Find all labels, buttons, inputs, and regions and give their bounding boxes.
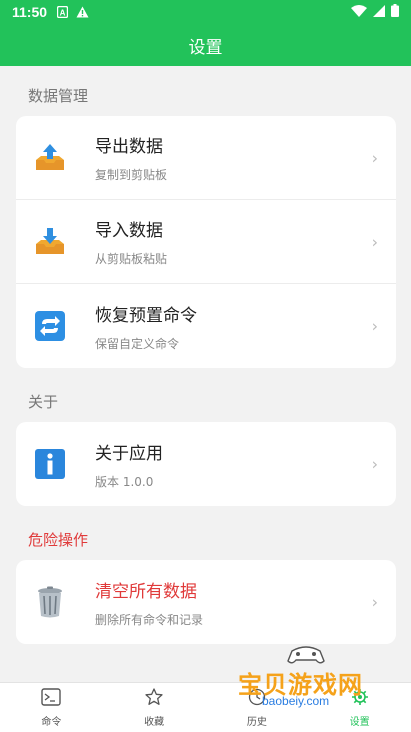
cell-signal-icon xyxy=(373,4,385,20)
trash-can-icon xyxy=(33,585,67,619)
warning-icon xyxy=(76,6,89,18)
app-bar: 设置 xyxy=(0,24,411,66)
restore-presets-subtitle: 保留自定义命令 xyxy=(95,336,180,351)
tab-label: 设置 xyxy=(349,716,370,728)
tab-commands[interactable]: 命令 xyxy=(0,683,103,732)
import-data-row[interactable]: 导入数据 从剪贴板粘贴 › xyxy=(16,200,396,284)
restore-arrows-icon xyxy=(33,309,67,343)
export-data-title: 导出数据 xyxy=(95,137,163,157)
status-bar: 11:50 A xyxy=(0,0,411,24)
app-version: 版本 1.0.0 xyxy=(95,474,154,489)
section-title-danger: 危险操作 xyxy=(28,531,89,549)
section-title-about: 关于 xyxy=(28,393,59,411)
tab-label: 收藏 xyxy=(144,716,165,728)
about-card: 关于应用 版本 1.0.0 › xyxy=(16,422,396,506)
clear-all-data-row[interactable]: 清空所有数据 删除所有命令和记录 › xyxy=(16,560,396,644)
export-data-row[interactable]: 导出数据 复制到剪贴板 › xyxy=(16,116,396,200)
import-data-subtitle: 从剪贴板粘贴 xyxy=(95,252,168,266)
about-app-row[interactable]: 关于应用 版本 1.0.0 › xyxy=(16,422,396,506)
import-data-title: 导入数据 xyxy=(95,221,163,241)
wifi-icon xyxy=(351,4,367,20)
svg-text:A: A xyxy=(60,9,66,18)
clock-icon xyxy=(248,688,266,710)
star-icon xyxy=(145,687,163,710)
status-time: 11:50 xyxy=(12,4,48,20)
tab-settings[interactable]: 设置 xyxy=(308,683,411,732)
info-icon xyxy=(33,447,67,481)
gamepad-icon xyxy=(286,645,326,669)
clear-all-data-title: 清空所有数据 xyxy=(95,581,197,602)
tab-favorites[interactable]: 收藏 xyxy=(103,683,206,732)
section-title-data-management: 数据管理 xyxy=(28,87,89,105)
sim-card-icon: A xyxy=(57,6,69,18)
export-tray-icon xyxy=(33,141,67,175)
clear-all-data-subtitle: 删除所有命令和记录 xyxy=(95,612,204,627)
tab-history[interactable]: 历史 xyxy=(206,683,309,732)
chevron-right-icon: › xyxy=(371,454,378,474)
import-tray-icon xyxy=(33,225,67,259)
restore-presets-title: 恢复预置命令 xyxy=(95,305,197,326)
data-management-card: 导出数据 复制到剪贴板 › 导入数据 从剪贴板粘贴 › 恢复预置命令 保留自定义… xyxy=(16,116,396,368)
chevron-right-icon: › xyxy=(371,148,378,167)
terminal-icon xyxy=(41,687,62,710)
page-title: 设置 xyxy=(188,37,223,58)
chevron-right-icon: › xyxy=(371,592,378,612)
about-app-title: 关于应用 xyxy=(95,443,163,464)
export-data-subtitle: 复制到剪贴板 xyxy=(95,168,168,182)
bottom-navigation: 命令 收藏 历史 设置 xyxy=(0,682,411,732)
chevron-right-icon: › xyxy=(371,316,378,336)
danger-card: 清空所有数据 删除所有命令和记录 › xyxy=(16,560,396,644)
gear-icon xyxy=(351,688,369,710)
restore-presets-row[interactable]: 恢复预置命令 保留自定义命令 › xyxy=(16,284,396,368)
tab-label: 命令 xyxy=(41,716,62,728)
tab-label: 历史 xyxy=(246,716,267,728)
chevron-right-icon: › xyxy=(371,232,378,251)
battery-icon xyxy=(391,4,399,20)
